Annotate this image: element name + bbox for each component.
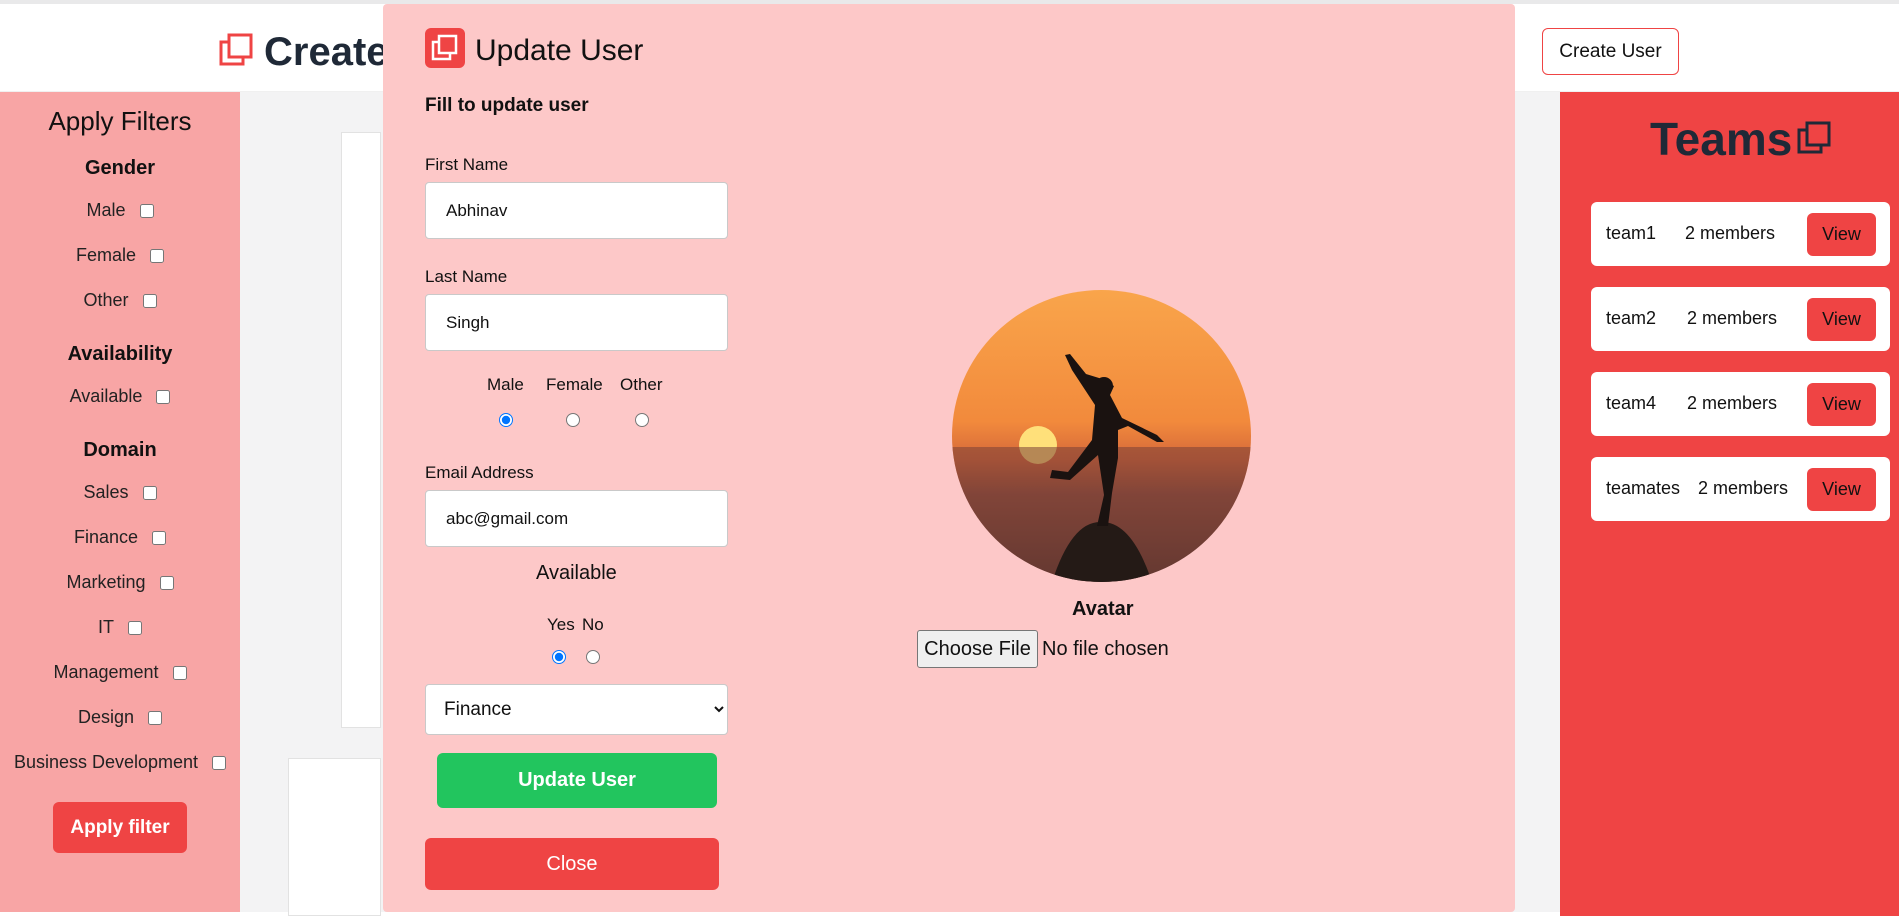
filter-label: Other xyxy=(83,290,129,310)
create-user-button[interactable]: Create User xyxy=(1542,28,1679,75)
filter-checkbox[interactable] xyxy=(142,293,157,308)
filter-domain-it: IT xyxy=(0,605,240,650)
gender-male-label: Male xyxy=(487,375,524,394)
filter-label: Female xyxy=(75,245,137,265)
filter-checkbox[interactable] xyxy=(156,389,171,404)
team-name: team1 xyxy=(1606,223,1657,243)
team-card: teamates 2 members View xyxy=(1591,457,1890,521)
first-name-input[interactable] xyxy=(425,182,728,239)
team-card: team2 2 members View xyxy=(1591,287,1890,351)
filter-domain-finance: Finance xyxy=(0,515,240,560)
file-status-text: No file chosen xyxy=(1042,638,1169,660)
filter-gender-male: Male xyxy=(0,188,240,233)
domain-filter-title: Domain xyxy=(83,439,157,461)
filter-checkbox[interactable] xyxy=(148,710,163,725)
filter-checkbox[interactable] xyxy=(152,530,167,545)
filter-checkbox[interactable] xyxy=(150,248,165,263)
close-button[interactable]: Close xyxy=(425,838,719,890)
team-card: team1 2 members View xyxy=(1591,202,1890,266)
modal-subtitle: Fill to update user xyxy=(425,95,589,116)
availability-filter-title: Availability xyxy=(67,343,173,365)
view-team-button[interactable]: View xyxy=(1807,213,1876,256)
brand-title: Create xyxy=(264,30,389,74)
gender-female-label: Female xyxy=(546,375,603,394)
filter-domain-marketing: Marketing xyxy=(0,560,240,605)
apply-filter-button[interactable]: Apply filter xyxy=(53,802,187,853)
teams-title: Teams xyxy=(1650,113,1793,165)
view-team-button[interactable]: View xyxy=(1807,298,1876,341)
domain-select[interactable]: Finance xyxy=(425,684,728,735)
filter-label: Marketing xyxy=(66,572,146,592)
modal-title: Update User xyxy=(475,34,644,67)
teams-panel: Teams team1 2 members View team2 2 membe… xyxy=(1560,92,1899,916)
avatar-image xyxy=(952,290,1251,582)
avatar-label: Avatar xyxy=(1072,598,1134,620)
filter-checkbox[interactable] xyxy=(128,620,142,635)
last-name-label: Last Name xyxy=(425,267,508,286)
filter-gender-female: Female xyxy=(0,233,240,278)
background-card xyxy=(288,758,381,916)
background-card xyxy=(341,132,381,728)
available-yes-label: Yes xyxy=(547,615,575,634)
filter-checkbox[interactable] xyxy=(172,665,187,680)
email-input[interactable] xyxy=(425,490,728,547)
filters-sidebar: Apply Filters Gender Male Female Other A… xyxy=(0,92,240,912)
view-team-button[interactable]: View xyxy=(1807,383,1876,426)
filter-label: Management xyxy=(53,662,159,682)
available-no-radio[interactable] xyxy=(586,650,600,664)
gender-filter-title: Gender xyxy=(84,157,156,179)
filter-checkbox[interactable] xyxy=(139,203,154,218)
team-card: team4 2 members View xyxy=(1591,372,1890,436)
copy-icon xyxy=(219,33,253,66)
filter-label: Available xyxy=(69,386,143,406)
update-user-modal: Update User Fill to update user First Na… xyxy=(383,4,1515,912)
team-name: teamates xyxy=(1606,478,1681,498)
filter-label: Business Development xyxy=(13,752,199,772)
last-name-input[interactable] xyxy=(425,294,728,351)
filter-label: Finance xyxy=(73,527,139,547)
available-no-label: No xyxy=(582,615,604,634)
filter-gender-other: Other xyxy=(0,278,240,323)
copy-icon xyxy=(1797,121,1831,154)
gender-other-radio[interactable] xyxy=(635,413,649,427)
team-name: team4 xyxy=(1606,393,1657,413)
filter-label: IT xyxy=(98,617,114,637)
filter-domain-sales: Sales xyxy=(0,470,240,515)
email-label: Email Address xyxy=(425,463,534,482)
filter-domain-management: Management xyxy=(0,650,240,695)
team-members: 2 members xyxy=(1698,478,1789,498)
available-title: Available xyxy=(536,562,617,584)
gender-male-radio[interactable] xyxy=(499,413,513,427)
choose-file-button[interactable]: Choose File xyxy=(917,630,1038,668)
filter-domain-business-development: Business Development xyxy=(0,740,240,785)
update-user-button[interactable]: Update User xyxy=(437,753,717,808)
filter-label: Sales xyxy=(83,482,129,502)
view-team-button[interactable]: View xyxy=(1807,468,1876,511)
filter-label: Design xyxy=(77,707,135,727)
gender-female-radio[interactable] xyxy=(566,413,580,427)
filters-title: Apply Filters xyxy=(48,106,192,136)
available-yes-radio[interactable] xyxy=(552,650,566,664)
team-members: 2 members xyxy=(1685,223,1776,243)
team-members: 2 members xyxy=(1687,308,1778,328)
first-name-label: First Name xyxy=(425,155,509,174)
filter-checkbox[interactable] xyxy=(212,755,227,770)
team-name: team2 xyxy=(1606,308,1657,328)
filter-domain-design: Design xyxy=(0,695,240,740)
team-members: 2 members xyxy=(1687,393,1778,413)
filter-checkbox[interactable] xyxy=(159,575,174,590)
filter-label: Male xyxy=(86,200,126,220)
copy-icon xyxy=(425,28,465,68)
gender-other-label: Other xyxy=(620,375,663,394)
filter-checkbox[interactable] xyxy=(142,485,157,500)
filter-available: Available xyxy=(0,374,240,419)
